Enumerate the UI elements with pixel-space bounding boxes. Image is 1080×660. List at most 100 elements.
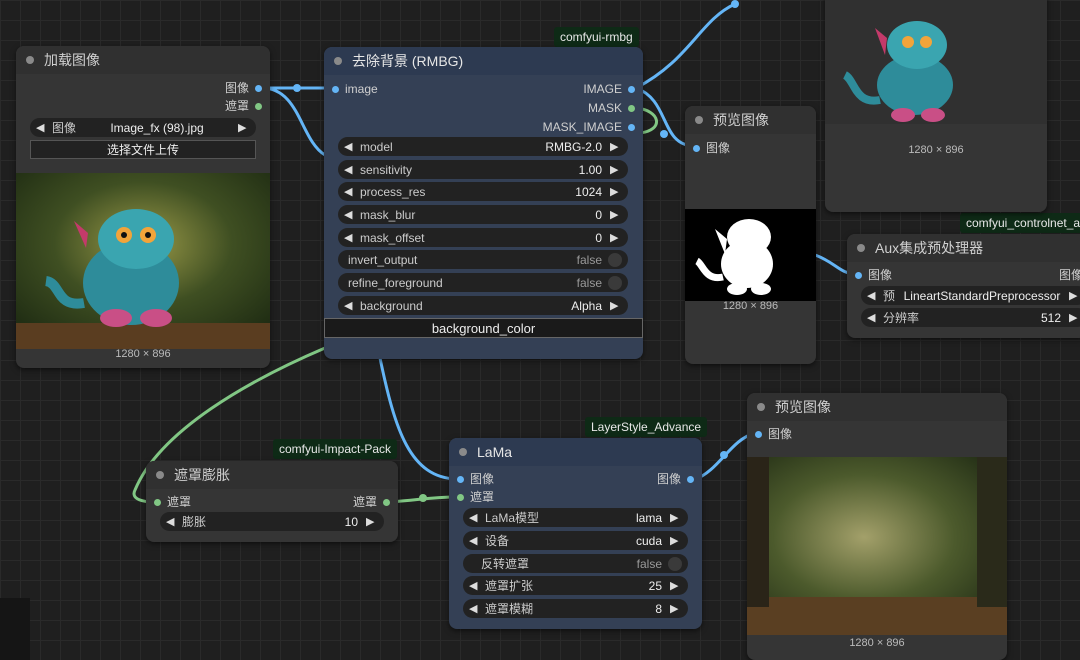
widget-resolution[interactable]: ◀ 分辨率 512 ▶ [861,308,1080,327]
right-arrow-icon[interactable]: ▶ [610,231,622,244]
node-mask-dilate[interactable]: 遮罩膨胀 遮罩 遮罩 ◀ 膨胀 10 ▶ [146,461,398,542]
output-mask[interactable]: 遮罩 [225,98,262,114]
node-header[interactable]: 遮罩膨胀 [146,461,398,489]
right-arrow-icon[interactable]: ▶ [670,511,682,524]
right-arrow-icon[interactable]: ▶ [238,121,250,134]
right-arrow-icon[interactable]: ▶ [610,163,622,176]
left-arrow-icon[interactable]: ◀ [166,515,178,528]
upload-button[interactable]: 选择文件上传 [30,140,256,159]
input-mask[interactable]: 遮罩 [457,489,494,505]
node-preview-bottom[interactable]: 预览图像 图像 1280 × 896 [747,393,1007,660]
node-header[interactable]: 预览图像 [685,106,816,134]
right-arrow-icon[interactable]: ▶ [610,140,622,153]
left-arrow-icon[interactable]: ◀ [469,534,481,547]
left-arrow-icon[interactable]: ◀ [867,289,879,302]
node-header[interactable]: LaMa [449,438,702,466]
widget-dilate[interactable]: ◀ 膨胀 10 ▶ [160,512,384,531]
left-arrow-icon[interactable]: ◀ [344,299,356,312]
input-image[interactable]: 图像 [457,471,494,487]
left-arrow-icon[interactable]: ◀ [469,602,481,615]
socket-icon[interactable] [332,86,339,94]
collapse-dot-icon[interactable] [857,244,865,252]
node-header[interactable]: 去除背景 (RMBG) [324,47,643,75]
toggle-knob-icon[interactable] [668,556,682,571]
left-arrow-icon[interactable]: ◀ [344,185,356,198]
socket-icon[interactable] [457,476,464,484]
node-load-image[interactable]: 加载图像 图像 遮罩 ◀ 图像 Image_fx (98).jpg ▶ 选择文件… [16,46,270,368]
right-arrow-icon[interactable]: ▶ [610,208,622,221]
toggle-refine-foreground[interactable]: refine_foreground false [338,273,628,292]
output-image[interactable]: 图像 [1059,267,1080,283]
socket-icon[interactable] [855,272,862,280]
right-arrow-icon[interactable]: ▶ [366,515,378,528]
collapse-dot-icon[interactable] [757,403,765,411]
node-lama[interactable]: LaMa 图像 遮罩 图像 ◀ LaMa模型 lama ▶ ◀ 设备 cuda ▶ 反转遮罩… [449,438,702,629]
socket-icon[interactable] [755,431,762,439]
widget-preprocessor[interactable]: ◀ 预 LineartStandardPreprocessor ▶ [861,286,1080,305]
toggle-knob-icon[interactable] [608,252,622,267]
input-image[interactable]: 图像 [693,140,730,156]
collapse-dot-icon[interactable] [695,116,703,124]
output-mask-image[interactable]: MASK_IMAGE [543,119,635,135]
widget-process-res[interactable]: ◀ process_res 1024 ▶ [338,182,628,201]
right-arrow-icon[interactable]: ▶ [670,579,682,592]
right-arrow-icon[interactable]: ▶ [610,185,622,198]
right-arrow-icon[interactable]: ▶ [1069,289,1080,302]
socket-icon[interactable] [255,85,262,93]
widget-lama-model[interactable]: ◀ LaMa模型 lama ▶ [463,508,688,527]
right-arrow-icon[interactable]: ▶ [610,299,622,312]
right-arrow-icon[interactable]: ▶ [670,534,682,547]
left-arrow-icon[interactable]: ◀ [344,163,356,176]
node-preview-top[interactable]: 1280 × 896 [825,0,1047,212]
widget-mask-offset[interactable]: ◀ mask_offset 0 ▶ [338,228,628,247]
collapse-dot-icon[interactable] [334,57,342,65]
node-aux-preprocessor[interactable]: Aux集成预处理器 图像 图像 ◀ 预 LineartStandardPreproc… [847,234,1080,338]
socket-icon[interactable] [687,476,694,484]
socket-icon[interactable] [628,124,635,132]
socket-icon[interactable] [383,499,390,507]
widget-model[interactable]: ◀ model RMBG-2.0 ▶ [338,137,628,156]
left-arrow-icon[interactable]: ◀ [344,140,356,153]
socket-icon[interactable] [154,499,161,507]
socket-icon[interactable] [693,145,700,153]
left-arrow-icon[interactable]: ◀ [469,511,481,524]
widget-sensitivity[interactable]: ◀ sensitivity 1.00 ▶ [338,160,628,179]
output-image[interactable]: IMAGE [583,81,635,97]
toggle-invert-mask[interactable]: 反转遮罩 false [463,554,688,573]
toggle-invert-output[interactable]: invert_output false [338,250,628,269]
widget-mask-blur[interactable]: ◀ 遮罩模糊 8 ▶ [463,599,688,618]
node-header[interactable]: 加载图像 [16,46,270,74]
left-arrow-icon[interactable]: ◀ [469,579,481,592]
widget-device[interactable]: ◀ 设备 cuda ▶ [463,531,688,550]
node-preview-mid[interactable]: 预览图像 图像 1280 × 896 [685,106,816,364]
right-arrow-icon[interactable]: ▶ [1069,311,1080,324]
left-arrow-icon[interactable]: ◀ [36,121,48,134]
collapse-dot-icon[interactable] [156,471,164,479]
widget-mask-blur[interactable]: ◀ mask_blur 0 ▶ [338,205,628,224]
input-image[interactable]: 图像 [855,267,892,283]
left-arrow-icon[interactable]: ◀ [344,231,356,244]
right-arrow-icon[interactable]: ▶ [670,602,682,615]
socket-icon[interactable] [628,105,635,113]
input-mask[interactable]: 遮罩 [154,494,191,510]
left-arrow-icon[interactable]: ◀ [344,208,356,221]
image-select[interactable]: ◀ 图像 Image_fx (98).jpg ▶ [30,118,256,137]
output-image[interactable]: 图像 [225,80,262,96]
node-rmbg[interactable]: 去除背景 (RMBG) image IMAGE MASK MASK_IMAGE … [324,47,643,359]
socket-icon[interactable] [628,86,635,94]
output-mask[interactable]: 遮罩 [353,494,390,510]
output-mask[interactable]: MASK [588,100,635,116]
socket-icon[interactable] [255,103,262,111]
node-header[interactable]: Aux集成预处理器 [847,234,1080,262]
socket-icon[interactable] [457,494,464,502]
collapse-dot-icon[interactable] [459,448,467,456]
input-image[interactable]: 图像 [755,426,792,442]
toggle-knob-icon[interactable] [608,275,622,290]
widget-background[interactable]: ◀ background Alpha ▶ [338,296,628,315]
collapse-dot-icon[interactable] [26,56,34,64]
widget-mask-expand[interactable]: ◀ 遮罩扩张 25 ▶ [463,576,688,595]
input-image[interactable]: image [332,81,378,97]
node-header[interactable]: 预览图像 [747,393,1007,421]
left-arrow-icon[interactable]: ◀ [867,311,879,324]
background-color-field[interactable]: background_color [324,318,643,338]
